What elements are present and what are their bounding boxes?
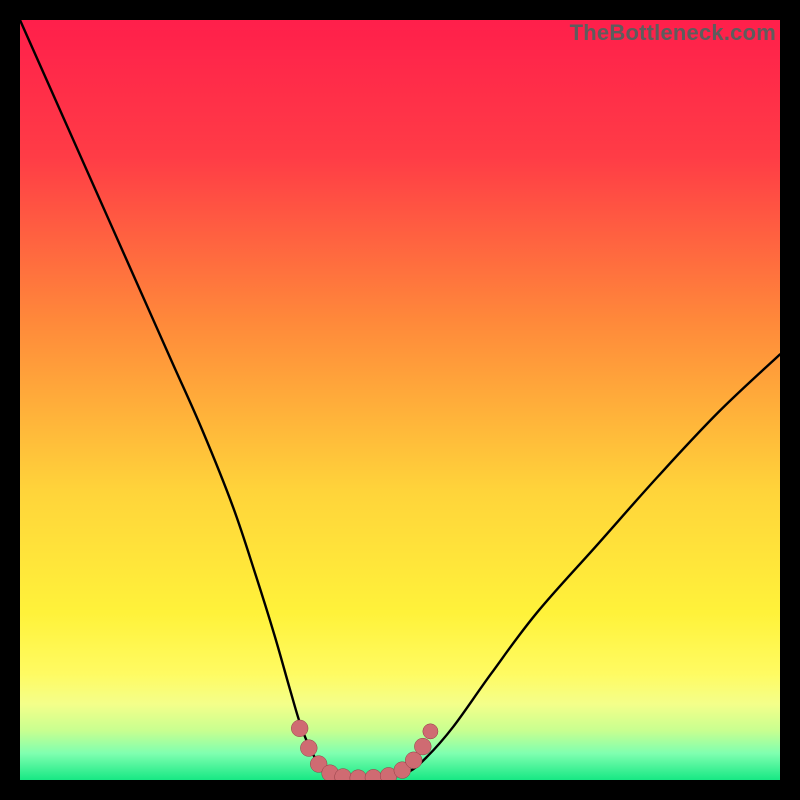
chart-frame: TheBottleneck.com bbox=[0, 0, 800, 800]
marker-dot bbox=[300, 740, 317, 757]
curve-layer bbox=[20, 20, 780, 780]
bottleneck-curve bbox=[20, 20, 780, 779]
marker-dot bbox=[291, 720, 308, 737]
marker-dot bbox=[414, 738, 431, 755]
marker-dot bbox=[350, 770, 367, 780]
bottom-marker-cluster bbox=[291, 720, 438, 780]
plot-area bbox=[20, 20, 780, 780]
marker-dot bbox=[423, 724, 438, 739]
watermark-text: TheBottleneck.com bbox=[570, 20, 776, 46]
marker-dot bbox=[365, 769, 382, 780]
